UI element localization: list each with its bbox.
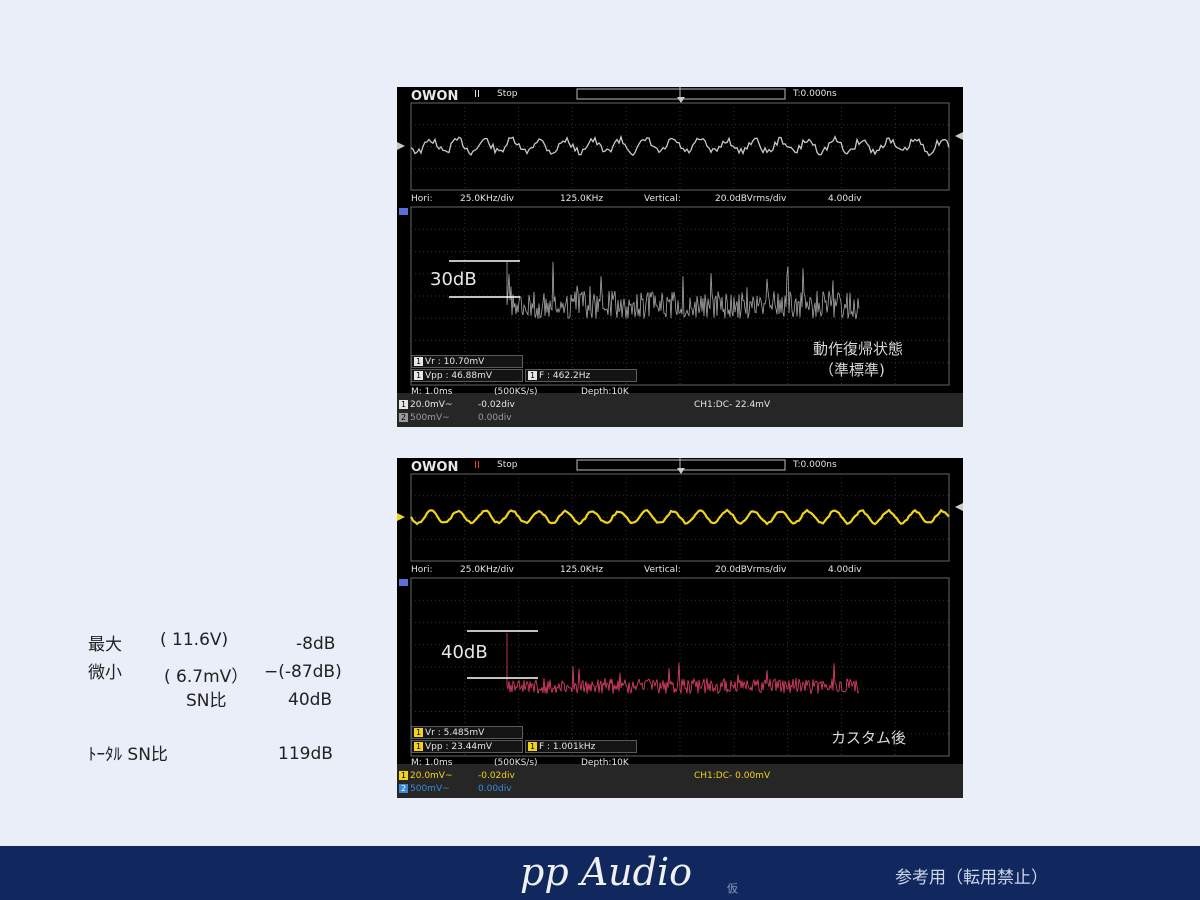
oscilloscope-screenshot-2: OWON II Stop T:0.000ns Hori: 25.0KHz/div… — [397, 458, 963, 798]
ch1-offset: -0.02div — [478, 771, 515, 781]
math-marker-icon — [399, 579, 408, 586]
fft-offset: 4.00div — [828, 194, 862, 204]
measure-text: Vpp : 46.88mV — [425, 371, 493, 381]
trigger-level-marker-icon — [955, 503, 963, 511]
max-label: 最大 — [88, 635, 122, 655]
fft-hori-label: Hori: — [411, 565, 433, 575]
run-status: Stop — [497, 89, 518, 99]
run-status: Stop — [497, 460, 518, 470]
measure-vr: 1 Vr : 5.485mV — [411, 726, 523, 739]
fft-vert: 20.0dBVrms/div — [715, 194, 787, 204]
ch1-offset: -0.02div — [478, 400, 515, 410]
run-stop-icon: II — [474, 460, 480, 471]
measure-text: Vr : 10.70mV — [425, 357, 485, 367]
min-label: 微小 — [88, 663, 122, 683]
trigger-info: CH1:DC- 0.00mV — [694, 771, 771, 781]
channel-badge: 1 — [414, 371, 423, 380]
measure-text: Vpp : 23.44mV — [425, 742, 493, 752]
fft-vert-label: Vertical: — [644, 194, 681, 204]
channel-badge: 1 — [414, 742, 423, 751]
caption: カスタム後 — [831, 729, 907, 747]
measure-vpp: 1 Vpp : 46.88mV — [411, 369, 523, 382]
ch1-scale-text: 20.0mV~ — [410, 771, 453, 781]
fft-hori: 25.0KHz/div — [460, 565, 515, 575]
ch2-offset: 0.00div — [478, 784, 512, 794]
memory-depth: Depth:10K — [581, 758, 629, 768]
channel-badge: 1 — [414, 728, 423, 737]
ch1-badge: 1 — [399, 771, 408, 780]
ch2-offset: 0.00div — [478, 413, 512, 423]
owon-logo: OWON — [411, 460, 459, 475]
total-value: 119dB — [278, 744, 333, 764]
db-annotation: 30dB — [430, 269, 477, 290]
total-label: ﾄｰﾀﾙ SN比 — [88, 745, 168, 765]
fft-offset: 4.00div — [828, 565, 862, 575]
math-marker-icon — [399, 208, 408, 215]
ch2-scale-text: 500mV~ — [410, 413, 450, 423]
fft-hori-label: Hori: — [411, 194, 433, 204]
db-annotation: 40dB — [441, 642, 488, 663]
min-voltage: ( 6.7mV） — [164, 667, 249, 687]
channel-badge: 1 — [528, 742, 537, 751]
trigger-info: CH1:DC- 22.4mV — [694, 400, 771, 410]
ch1-level-marker-icon — [397, 142, 405, 150]
timebase: M: 1.0ms — [411, 758, 453, 768]
ch1-scale: 1 20.0mV~ — [399, 771, 453, 782]
trigger-time: T:0.000ns — [793, 460, 837, 470]
caption-line-2: （準標準) — [819, 361, 885, 379]
measure-freq: 1F : 462.2Hz — [525, 369, 637, 382]
measure-text: Vr : 5.485mV — [425, 728, 485, 738]
ch2-scale: 2 500mV~ — [399, 784, 450, 795]
measure-text: F : 1.001kHz — [539, 742, 596, 752]
max-voltage: ( 11.6V) — [160, 630, 229, 650]
ch1-scale: 1 20.0mV~ — [399, 400, 453, 411]
fft-vert-label: Vertical: — [644, 565, 681, 575]
trigger-time: T:0.000ns — [793, 89, 837, 99]
max-db: -8dB — [296, 634, 336, 654]
brand-logo: pp Audio — [520, 850, 693, 894]
sample-rate: (500KS/s) — [494, 758, 538, 768]
fft-hori: 25.0KHz/div — [460, 194, 515, 204]
fft-center: 125.0KHz — [560, 565, 604, 575]
oscilloscope-screenshot-1: OWON II Stop T:0.000ns Hori: 25.0KHz/div… — [397, 87, 963, 427]
caption-line-1: 動作復帰状態 — [813, 340, 904, 358]
ch2-scale-text: 500mV~ — [410, 784, 450, 794]
timebase: M: 1.0ms — [411, 387, 453, 397]
measure-freq: 1F : 1.001kHz — [525, 740, 637, 753]
fft-vert: 20.0dBVrms/div — [715, 565, 787, 575]
ch2-badge: 2 — [399, 784, 408, 793]
memory-depth: Depth:10K — [581, 387, 629, 397]
run-stop-icon: II — [474, 89, 480, 100]
trigger-level-marker-icon — [955, 132, 963, 140]
channel-badge: 1 — [414, 357, 423, 366]
brand-suffix: 仮 — [727, 882, 738, 895]
sample-rate: (500KS/s) — [494, 387, 538, 397]
measure-vpp: 1 Vpp : 23.44mV — [411, 740, 523, 753]
ch1-level-marker-icon — [397, 513, 405, 521]
min-db: −(-87dB) — [264, 662, 342, 682]
measure-text: F : 462.2Hz — [539, 371, 591, 381]
sn-value: 40dB — [288, 690, 333, 710]
ch2-scale: 2 500mV~ — [399, 413, 450, 424]
ch2-badge: 2 — [399, 413, 408, 422]
ch1-badge: 1 — [399, 400, 408, 409]
channel-badge: 1 — [528, 371, 537, 380]
fft-center: 125.0KHz — [560, 194, 604, 204]
trigger-pointer-icon — [677, 97, 685, 103]
measure-vr: 1 Vr : 10.70mV — [411, 355, 523, 368]
ch1-scale-text: 20.0mV~ — [410, 400, 453, 410]
sn-label: SN比 — [186, 691, 227, 711]
usage-note: 参考用（転用禁止） — [895, 868, 1048, 888]
trigger-pointer-icon — [677, 468, 685, 474]
owon-logo: OWON — [411, 89, 459, 104]
